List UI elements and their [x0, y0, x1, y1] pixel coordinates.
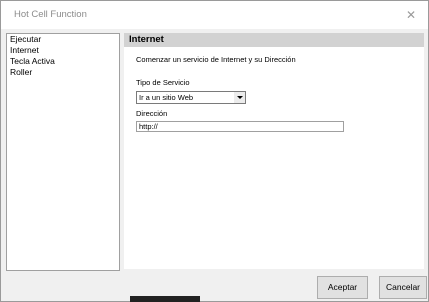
panel-description: Comenzar un servicio de Internet y su Di…	[136, 55, 296, 64]
service-type-select[interactable]: Ir a un sitio Web	[136, 91, 246, 104]
hot-cell-dialog: Hot Cell Function ✕ Ejecutar Internet Te…	[0, 0, 429, 302]
panel-title: Internet	[129, 34, 164, 45]
sidebar-item-ejecutar[interactable]: Ejecutar	[7, 34, 119, 45]
chevron-down-icon[interactable]	[234, 92, 245, 103]
accept-button[interactable]: Aceptar	[317, 276, 368, 299]
sidebar-item-roller[interactable]: Roller	[7, 67, 119, 78]
address-label: Dirección	[136, 109, 168, 118]
title-bar: Hot Cell Function ✕	[1, 1, 428, 29]
service-type-label: Tipo de Servicio	[136, 78, 190, 87]
close-icon[interactable]: ✕	[398, 4, 424, 26]
panel-header: Internet	[124, 33, 424, 47]
window-title: Hot Cell Function	[14, 9, 87, 20]
address-input[interactable]	[136, 121, 344, 132]
function-list: Ejecutar Internet Tecla Activa Roller	[6, 33, 120, 271]
cancel-button[interactable]: Cancelar	[379, 276, 427, 299]
sidebar-item-internet[interactable]: Internet	[7, 45, 119, 56]
background-object	[130, 296, 200, 302]
service-type-value: Ir a un sitio Web	[139, 93, 194, 102]
sidebar-item-tecla-activa[interactable]: Tecla Activa	[7, 56, 119, 67]
internet-panel: Internet Comenzar un servicio de Interne…	[124, 33, 424, 269]
